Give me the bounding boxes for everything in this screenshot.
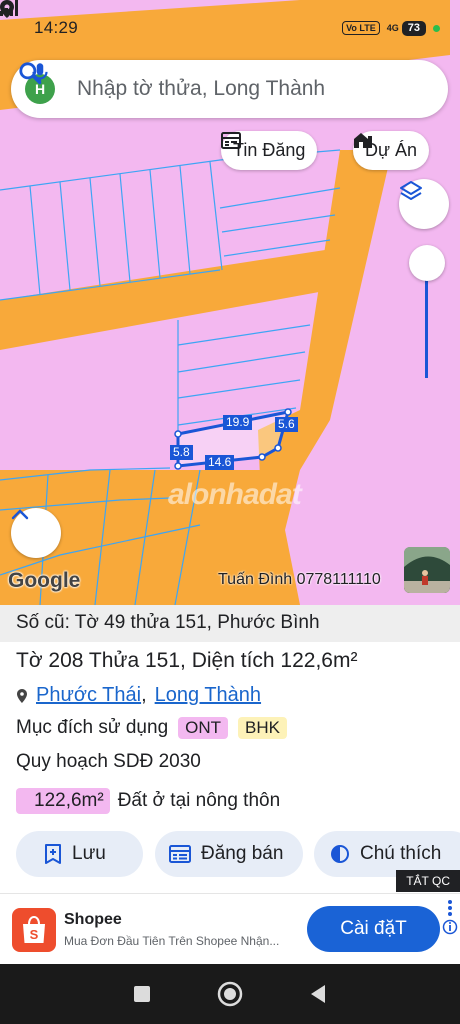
plan-heading: Quy hoạch SDĐ 2030 [16, 751, 201, 772]
street-photo-thumbnail[interactable] [404, 547, 450, 593]
ad-advertiser: Shopee [64, 911, 122, 928]
parcel-edge-label: 19.9 [223, 415, 253, 430]
home-icon[interactable] [217, 981, 243, 1007]
location-separator: , [141, 684, 147, 706]
chevron-up-icon [11, 509, 29, 520]
shopee-logo: S [12, 908, 56, 952]
parcel-info-sheet: Số cũ: Tờ 49 thửa 151, Phước Bình Tờ 208… [0, 605, 460, 893]
parcel-edge-label: 5.6 [275, 417, 298, 432]
road-middle [0, 250, 330, 350]
parcel-location: Phước Thái, Long Thành [16, 684, 261, 707]
listings-chip-label: Tin Đăng [233, 140, 306, 160]
layers-icon [400, 181, 422, 200]
battery-icon: 73 [401, 20, 426, 36]
location-pin-icon [17, 688, 27, 703]
watermark: alonhadat [168, 478, 302, 511]
listings-chip[interactable]: Tin Đăng [221, 131, 318, 170]
commune-link[interactable]: Phước Thái [36, 684, 141, 707]
opacity-slider-handle[interactable] [409, 245, 445, 281]
save-button[interactable]: Lưu [16, 831, 143, 877]
save-button-label: Lưu [72, 843, 106, 864]
recents-icon[interactable] [133, 985, 151, 1003]
projects-chip[interactable]: Dự Án [353, 131, 430, 170]
collapse-button[interactable] [11, 508, 61, 558]
opacity-slider-track[interactable] [425, 278, 428, 378]
purpose-label: Mục đích sử dụng [16, 717, 169, 738]
calendar-icon [221, 132, 241, 149]
system-nav-bar [0, 964, 460, 1024]
plan-area-row: 122,6m² Đất ở tại nông thôn [16, 788, 280, 814]
legend-button-label: Chú thích [360, 843, 442, 864]
ad-description: Mua Đơn Đầu Tiên Trên Shopee Nhận... [64, 934, 280, 948]
back-icon[interactable] [309, 984, 327, 1004]
status-time: 14:29 [34, 18, 79, 37]
parcel-edge-label: 5.8 [170, 445, 193, 460]
old-reference: Số cũ: Tờ 49 thửa 151, Phước Bình [0, 605, 460, 642]
network-type: 4G [386, 23, 399, 33]
ad-info-icon[interactable] [442, 898, 458, 958]
volte-badge: Vo LTE [342, 21, 380, 35]
search-input[interactable] [77, 77, 434, 101]
ad-banner[interactable]: TẮT QC S Shopee Mua Đơn Đầu Tiên Trên Sh… [0, 870, 460, 964]
photo-credit: Tuấn Đình 0778111110 [218, 571, 381, 588]
map-view[interactable]: 19.9 5.6 5.8 14.6 alonhadat 14:29 Vo LTE… [0, 0, 460, 605]
ad-install-button[interactable]: Cài đặT [307, 906, 440, 952]
contrast-icon [331, 845, 349, 863]
parcel-title: Tờ 208 Thửa 151, Diện tích 122,6m² [16, 649, 358, 672]
status-icons: Vo LTE 4G 73 [0, 0, 440, 36]
signal-icon-2 [0, 0, 18, 16]
purpose-tag: ONT [178, 717, 229, 739]
purpose-tag: BHK [238, 717, 287, 739]
parcel-edge-label: 14.6 [205, 455, 235, 470]
microphone-icon[interactable] [27, 60, 53, 86]
svg-text:S: S [30, 927, 39, 942]
land-use-purpose: Mục đích sử dụng ONT BHK [16, 717, 287, 739]
building-icon [354, 133, 372, 148]
shopping-bag-icon: S [23, 915, 45, 943]
layers-button[interactable] [399, 179, 449, 229]
status-bar: 14:29 Vo LTE 4G 73 [0, 0, 460, 56]
post-sale-button-label: Đăng bán [201, 843, 284, 864]
close-ad-button[interactable]: TẮT QC [396, 870, 460, 892]
post-sale-button[interactable]: Đăng bán [155, 831, 303, 877]
photo-icon [404, 547, 450, 593]
district-link[interactable]: Long Thành [155, 684, 261, 707]
area-use: Đất ở tại nông thôn [117, 790, 281, 811]
area-badge: 122,6m² [16, 788, 110, 814]
search-bar[interactable]: H [11, 60, 448, 118]
privacy-indicator [433, 24, 440, 32]
listing-icon [169, 845, 191, 863]
bookmark-add-icon [45, 844, 61, 864]
google-logo: Google [8, 569, 81, 592]
